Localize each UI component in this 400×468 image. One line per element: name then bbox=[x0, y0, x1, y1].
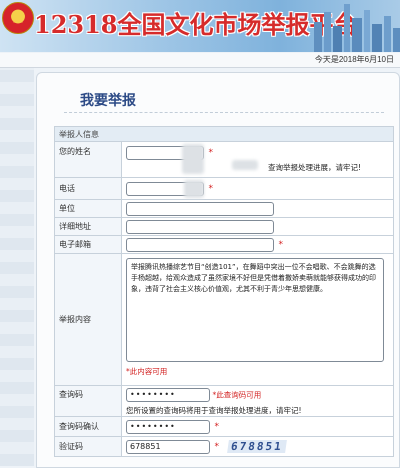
address-cell bbox=[121, 217, 394, 236]
address-label: 详细地址 bbox=[54, 217, 122, 236]
content-label: 举报内容 bbox=[54, 253, 122, 386]
captcha-input[interactable]: 678851 bbox=[126, 439, 210, 454]
query-code-row: 查询码 •••••••• *此查询码可用 您所设置的查询码将用于查询举报处理进度… bbox=[54, 385, 394, 417]
query-confirm-row: 查询码确认 •••••••• * bbox=[54, 416, 394, 437]
email-required-mark: * bbox=[278, 239, 284, 250]
content-status: *此内容可用 bbox=[126, 367, 168, 376]
section-title: 举报人信息 bbox=[54, 126, 394, 142]
redaction-blur bbox=[184, 180, 204, 198]
left-decoration bbox=[0, 68, 34, 466]
captcha-required-mark: * bbox=[214, 441, 220, 452]
email-row: 电子邮箱 * bbox=[54, 235, 394, 254]
phone-label: 电话 bbox=[54, 177, 122, 200]
city-skyline-image bbox=[314, 4, 400, 52]
org-cell bbox=[121, 199, 394, 218]
redaction-blur bbox=[232, 160, 258, 170]
org-input[interactable] bbox=[126, 201, 274, 216]
captcha-image[interactable]: 678851 bbox=[226, 440, 287, 453]
query-code-status: *此查询码可用 bbox=[212, 390, 262, 400]
name-row: 您的姓名 * 查询举报处理进展，请牢记! bbox=[54, 141, 394, 178]
query-confirm-input[interactable]: •••••••• bbox=[126, 419, 210, 434]
captcha-row: 验证码 678851 * 678851 bbox=[54, 436, 394, 457]
phone-cell: * bbox=[121, 177, 394, 200]
query-confirm-required-mark: * bbox=[214, 421, 220, 432]
org-label: 单位 bbox=[54, 199, 122, 218]
date-bar: 今天是2018年6月10日 bbox=[0, 53, 400, 68]
captcha-cell: 678851 * 678851 bbox=[121, 436, 394, 457]
title-divider bbox=[64, 112, 384, 113]
national-emblem-icon bbox=[2, 2, 34, 34]
site-banner: 12318全国文化市场举报平台 bbox=[0, 0, 400, 52]
content-cell: 举报腾讯热播综艺节目“创造101”，在舞蹈中突出一位不会唱歌、不会跳舞的选手杨超… bbox=[121, 253, 394, 386]
name-label: 您的姓名 bbox=[54, 141, 122, 178]
address-row: 详细地址 bbox=[54, 217, 394, 236]
page-title: 我要举报 bbox=[80, 93, 136, 109]
site-title: 12318全国文化市场举报平台 bbox=[34, 10, 358, 39]
name-cell: * 查询举报处理进展，请牢记! bbox=[121, 141, 394, 178]
email-cell: * bbox=[121, 235, 394, 254]
org-row: 单位 bbox=[54, 199, 394, 218]
report-form: 举报人信息 您的姓名 * 查询举报处理进展，请牢记! 电话 * 单位 详细地址 bbox=[54, 126, 394, 457]
email-input[interactable] bbox=[126, 237, 274, 252]
query-code-cell: •••••••• *此查询码可用 您所设置的查询码将用于查询举报处理进度，请牢记… bbox=[121, 385, 394, 417]
content-row: 举报内容 举报腾讯热播综艺节目“创造101”，在舞蹈中突出一位不会唱歌、不会跳舞… bbox=[54, 253, 394, 386]
name-required-mark: * bbox=[208, 148, 214, 158]
query-code-note: 您所设置的查询码将用于查询举报处理进度，请牢记! bbox=[126, 406, 302, 415]
query-confirm-label: 查询码确认 bbox=[54, 416, 122, 437]
phone-row: 电话 * bbox=[54, 177, 394, 200]
section-header-row: 举报人信息 bbox=[54, 126, 394, 142]
address-input[interactable] bbox=[126, 219, 274, 234]
content-textarea[interactable]: 举报腾讯热播综艺节目“创造101”，在舞蹈中突出一位不会唱歌、不会跳舞的选手杨超… bbox=[126, 258, 384, 362]
redaction-blur bbox=[182, 144, 204, 174]
name-note: 查询举报处理进展，请牢记! bbox=[268, 163, 362, 172]
query-code-input[interactable]: •••••••• bbox=[126, 388, 210, 402]
query-confirm-cell: •••••••• * bbox=[121, 416, 394, 437]
phone-required-mark: * bbox=[208, 183, 214, 194]
email-label: 电子邮箱 bbox=[54, 235, 122, 254]
current-date: 今天是2018年6月10日 bbox=[314, 55, 394, 64]
query-code-label: 查询码 bbox=[54, 385, 122, 417]
captcha-label: 验证码 bbox=[54, 436, 122, 457]
